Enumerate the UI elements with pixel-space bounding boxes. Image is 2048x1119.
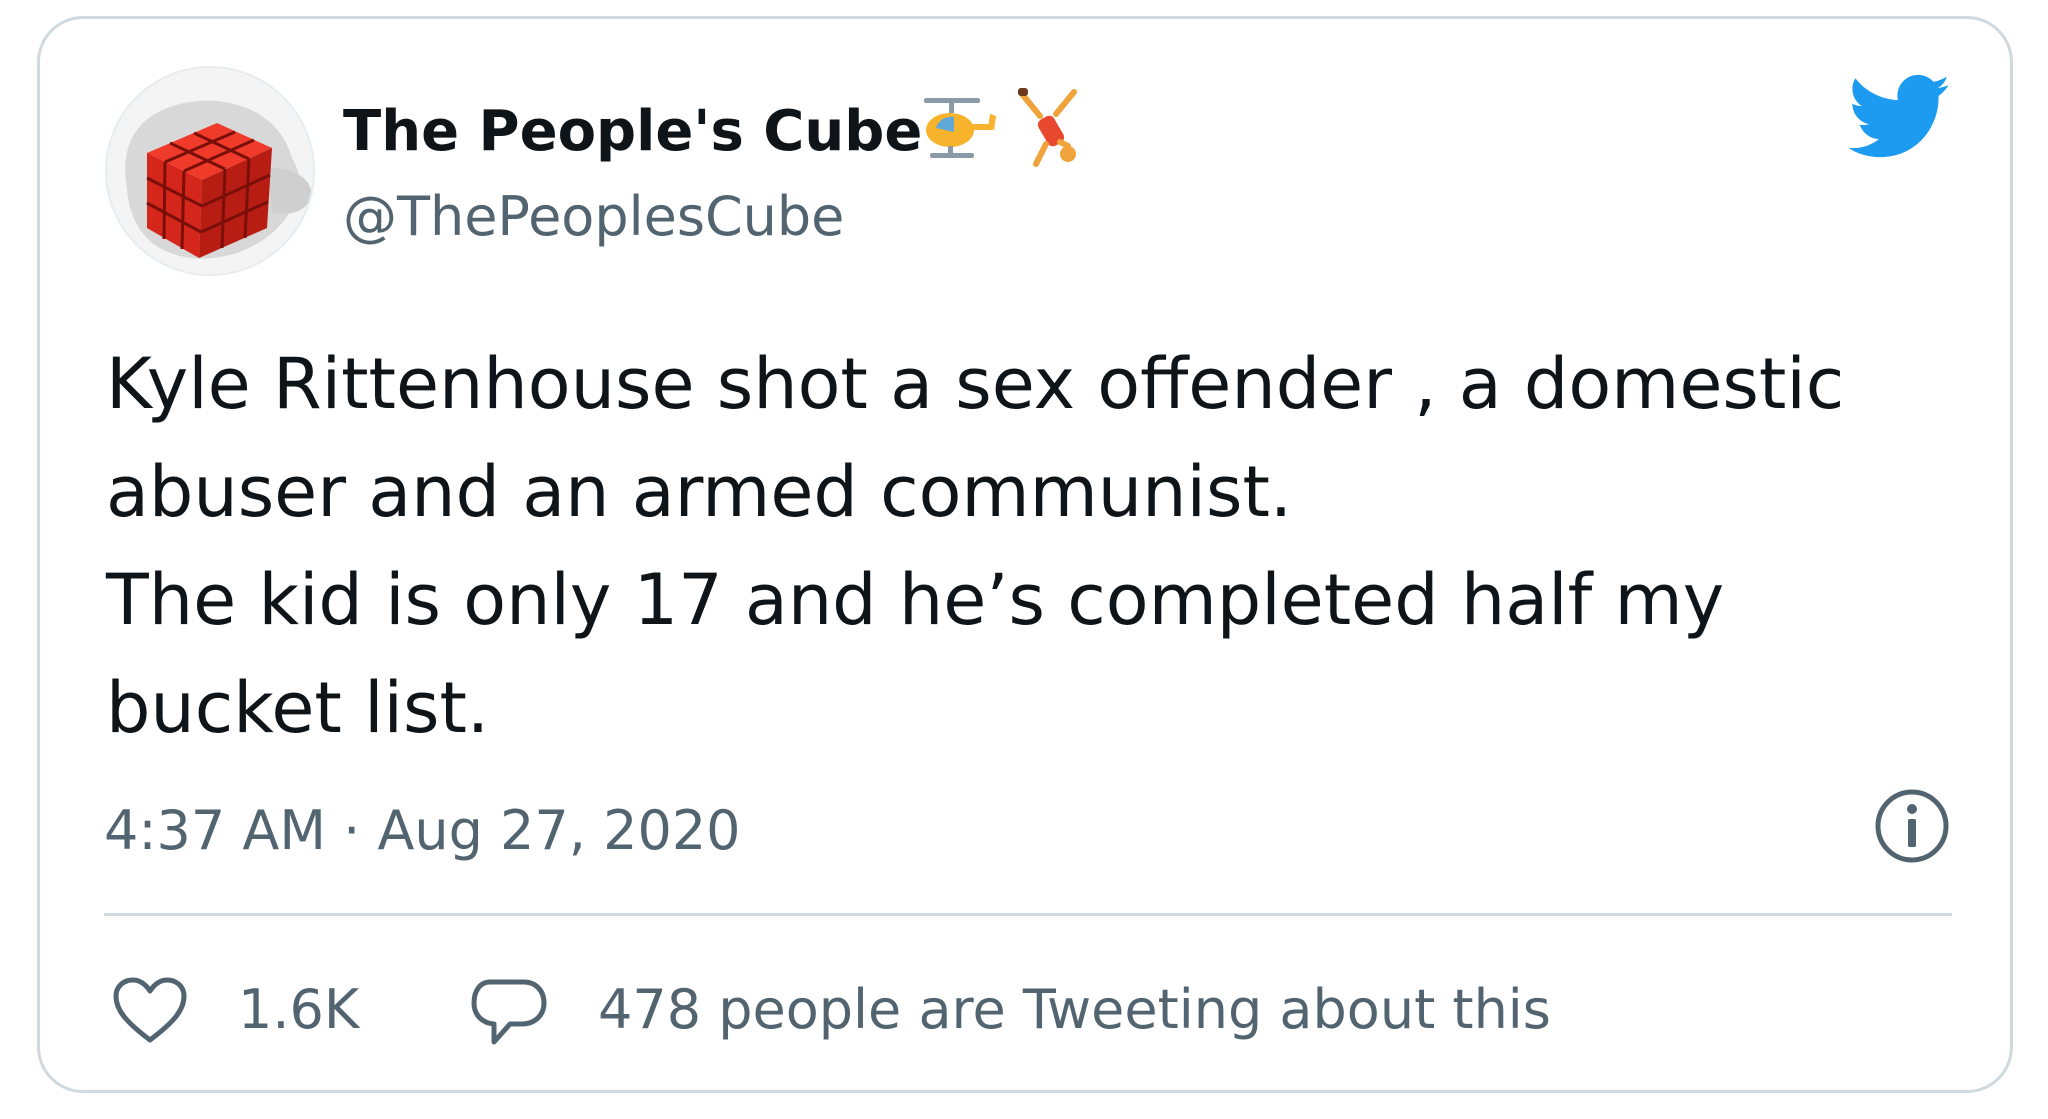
conversation-link[interactable]: 478 people are Tweeting about this	[598, 974, 1551, 1046]
speech-bubble-icon[interactable]	[470, 976, 548, 1050]
tweet-text-line: abuser and an armed communist.	[106, 451, 1293, 533]
tweet-text-line: The kid is only 17 and he’s completed ha…	[106, 559, 1725, 641]
tweet-timestamp[interactable]: 4:37 AM · Aug 27, 2020	[104, 796, 741, 866]
like-count[interactable]: 1.6K	[238, 974, 359, 1046]
helicopter-emoji-icon	[924, 98, 996, 158]
avatar-cube-image	[107, 68, 313, 274]
avatar[interactable]	[105, 66, 315, 276]
display-name[interactable]: The People's Cube	[343, 96, 922, 168]
heart-icon[interactable]	[112, 976, 188, 1046]
divider	[104, 913, 1952, 916]
tweet-text-line: Kyle Rittenhouse shot a sex offender , a…	[106, 343, 1845, 425]
user-handle[interactable]: @ThePeoplesCube	[343, 182, 844, 252]
twitter-bird-icon[interactable]	[1848, 74, 1952, 164]
tweet-text: Kyle Rittenhouse shot a sex offender , a…	[106, 330, 1956, 762]
info-icon[interactable]	[1872, 786, 1952, 866]
tweet-text-line: bucket list.	[106, 667, 490, 749]
cartwheel-emoji-icon	[1018, 88, 1077, 167]
